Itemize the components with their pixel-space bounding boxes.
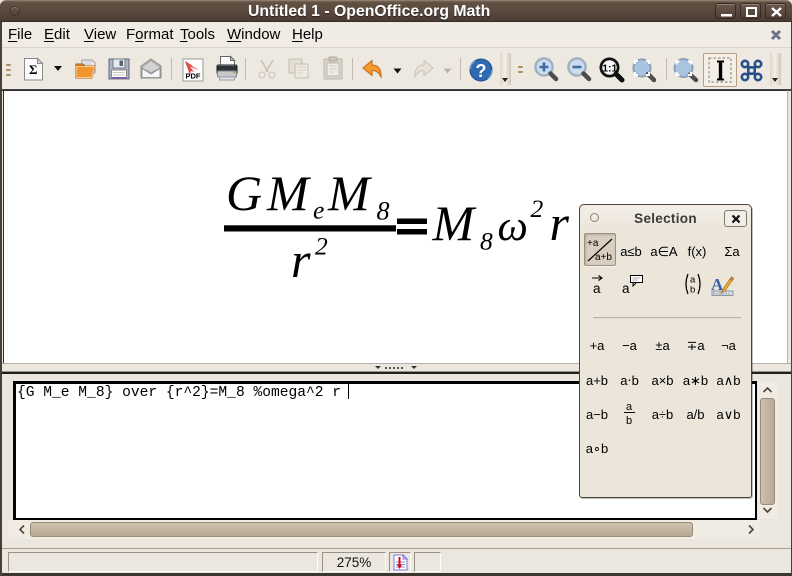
svg-text:b: b — [690, 285, 695, 296]
svg-text:+a: +a — [587, 238, 599, 249]
svg-text:M: M — [327, 165, 372, 221]
svg-text:2: 2 — [315, 232, 328, 261]
svg-text:b: b — [626, 415, 632, 426]
svg-text:a+b: a+b — [595, 252, 612, 263]
svg-text:e: e — [313, 196, 324, 225]
svg-text:r: r — [550, 195, 570, 251]
svg-text:M: M — [266, 165, 311, 221]
svg-text:ω: ω — [498, 203, 528, 250]
svg-text:2: 2 — [531, 194, 544, 223]
svg-text:a: a — [626, 401, 633, 413]
svg-text:G: G — [226, 165, 262, 221]
svg-text:8: 8 — [480, 227, 493, 256]
svg-text:M: M — [432, 195, 477, 251]
svg-text:r: r — [291, 232, 311, 288]
svg-text:8: 8 — [377, 197, 390, 226]
